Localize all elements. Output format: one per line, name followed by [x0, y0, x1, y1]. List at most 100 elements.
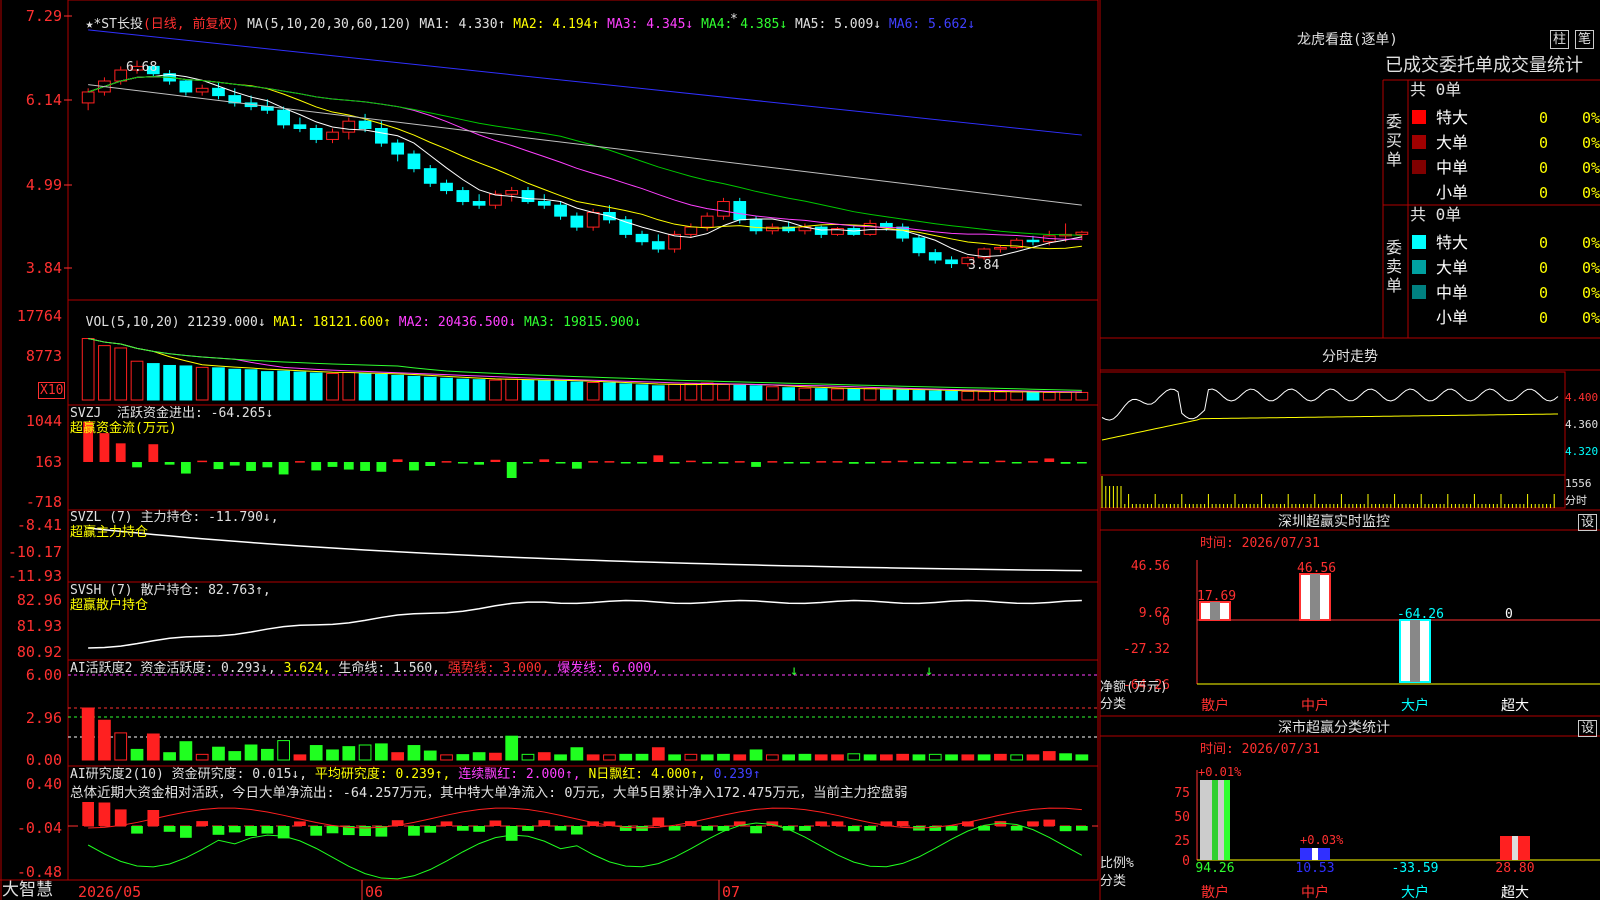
- candle: [179, 80, 193, 93]
- buy-row-percent: 0%: [1582, 159, 1600, 177]
- volume-bar: [277, 370, 290, 401]
- ai1-bar: [798, 753, 812, 761]
- ai2-c: 连续飘红: 2.000↑,: [458, 767, 581, 782]
- ai2-bar: [424, 826, 437, 833]
- svzj-bar: [523, 462, 533, 464]
- svzj-bar: [620, 462, 631, 464]
- ai2-bar: [326, 826, 339, 834]
- ai1-axis-label: 0.00: [26, 751, 62, 769]
- ai2-bar: [945, 826, 958, 831]
- svzl-sub: 超赢主力持仓: [70, 525, 149, 540]
- ai2-bar: [1075, 826, 1088, 831]
- stock-chart[interactable]: 7.29 6.14 4.99 3.84 17764 8773 1044 163 -718 -8.4…: [0, 0, 1600, 900]
- ai1-axis-label: 6.00: [26, 666, 62, 684]
- stats-value: 28.80: [1495, 861, 1534, 876]
- ai1-bar: [977, 754, 991, 761]
- svzj-bar: [457, 462, 468, 464]
- ai1-bar: [1075, 754, 1089, 761]
- stats-axis-label: 25: [1174, 834, 1190, 849]
- vol-unit: X10: [38, 382, 66, 399]
- volume-bar: [782, 387, 795, 401]
- buy-row-value: 0: [1539, 134, 1548, 152]
- volume-bar: [749, 385, 763, 401]
- svsh-sub: 超赢散户持仓: [70, 598, 149, 613]
- ai2-bar: [522, 826, 534, 831]
- volume-bar: [456, 378, 470, 401]
- candle: [277, 109, 290, 126]
- tick-mode-button[interactable]: 笔: [1575, 30, 1595, 49]
- stats-value: 94.26: [1195, 861, 1234, 876]
- ai1-bar: [554, 754, 567, 761]
- ai1-arrow: ↓: [790, 663, 798, 679]
- stock-title[interactable]: ★*ST长投: [86, 17, 143, 32]
- ai2-bar: [847, 826, 860, 832]
- buy-label: 委买单: [1386, 112, 1403, 169]
- ai2-bar: [310, 826, 323, 836]
- candle: [586, 211, 600, 228]
- ma6-value: MA6: 5.662↓: [888, 17, 976, 32]
- bar-mode-button[interactable]: 柱: [1550, 30, 1570, 49]
- ai1-bar: [570, 747, 584, 761]
- stats-value: 10.53: [1295, 861, 1334, 876]
- volume-bar: [994, 391, 1007, 401]
- monitor-category: 中户: [1301, 697, 1329, 714]
- date-label: 2026/05: [78, 883, 141, 900]
- volume-bar: [521, 379, 535, 401]
- period-label[interactable]: (日线, 前复权): [143, 17, 239, 32]
- svzj-sub: 超赢资金流(万元): [70, 421, 177, 436]
- volume-bar: [228, 368, 242, 401]
- candle: [114, 69, 128, 82]
- ai2-bar: [554, 826, 567, 831]
- svzj-bar: [979, 462, 989, 464]
- svzj-bar: [637, 462, 647, 464]
- buy-row-percent: 0%: [1582, 109, 1600, 127]
- volume-bar: [423, 376, 437, 401]
- volume-bar: [603, 382, 616, 401]
- volume-bar: [342, 372, 356, 401]
- ai1-bar: [782, 754, 795, 761]
- ma-line-60: [88, 84, 1082, 206]
- stats-settings-button[interactable]: 设: [1578, 720, 1598, 737]
- buy-row-value: 0: [1539, 184, 1548, 202]
- ai1-d: 强势线: 3.000,: [447, 661, 550, 676]
- sell-row-value: 0: [1539, 309, 1548, 327]
- price-axis-label: 4.99: [26, 176, 62, 194]
- volume-bar: [440, 377, 453, 401]
- ai2-bar: [245, 826, 257, 836]
- svzl-name: SVZL (7): [70, 510, 133, 525]
- ai2-bar: [180, 826, 192, 838]
- candle: [358, 120, 372, 129]
- ai1-bar: [277, 740, 290, 761]
- candle: [212, 87, 225, 97]
- buy-row-value: 0: [1539, 159, 1548, 177]
- stats-top-label: +0.01%: [1198, 765, 1242, 779]
- ai2-bar: [114, 809, 127, 826]
- svzj-bar: [360, 462, 370, 471]
- stats-category: 散户: [1201, 884, 1229, 900]
- monitor-bar-shade: [1210, 602, 1220, 620]
- svzj-bar: [702, 462, 713, 464]
- vol-ma3: MA3: 19815.900↓: [523, 315, 642, 330]
- sell-row-value: 0: [1539, 284, 1548, 302]
- svzj-bar: [99, 433, 110, 462]
- ai1-bar: [130, 748, 144, 761]
- monitor-bar-shade: [1310, 574, 1320, 620]
- ai1-b: 3.624,: [283, 661, 331, 676]
- buy-row-name: 特大: [1436, 108, 1468, 127]
- monitor-settings-button[interactable]: 设: [1578, 514, 1598, 531]
- svzj-bar: [767, 461, 778, 463]
- brand-label: 大智慧: [2, 880, 53, 900]
- sell-row-swatch: [1412, 285, 1426, 299]
- ai1-bar: [831, 754, 844, 761]
- volume-bar: [309, 372, 323, 401]
- volume-bar: [814, 388, 828, 401]
- ai2-axis-label: -0.04: [17, 819, 62, 837]
- price-axis-label: 6.14: [26, 91, 62, 109]
- svzj-bar: [555, 462, 566, 464]
- monitor-category: 超大: [1501, 698, 1529, 714]
- ai2-bar: [896, 821, 909, 826]
- vol-ma2: MA2: 20436.500↓: [398, 315, 517, 330]
- volume-bar: [847, 388, 861, 401]
- sell-row-value: 0: [1539, 234, 1548, 252]
- candle: [293, 124, 307, 129]
